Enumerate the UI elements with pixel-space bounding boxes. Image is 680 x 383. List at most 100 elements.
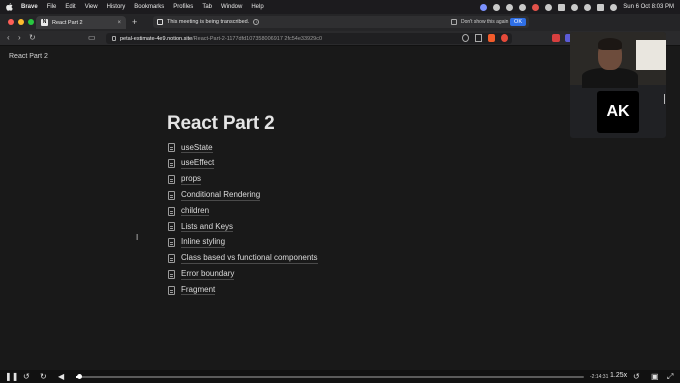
- apple-icon[interactable]: [6, 3, 13, 11]
- webcam-video: [570, 32, 666, 88]
- fullscreen-icon[interactable]: ⤢: [667, 372, 673, 382]
- screen-share-icon[interactable]: [506, 3, 514, 11]
- tab-title: React Part 2: [52, 19, 83, 26]
- menu-clock[interactable]: Sun 6 Oct 8:03 PM: [623, 4, 674, 10]
- text-cursor-icon: I: [136, 233, 139, 242]
- time-remaining: -2:14:31: [590, 374, 609, 380]
- menu-window[interactable]: Window: [221, 4, 242, 10]
- clipboard-icon[interactable]: [545, 3, 553, 11]
- tab-strip: N React Part 2 × + This meeting is being…: [0, 14, 680, 31]
- subpage-link[interactable]: useEffect: [168, 156, 318, 172]
- playback-speed-button[interactable]: 1.25x: [610, 372, 627, 379]
- subpage-label[interactable]: Fragment: [181, 285, 216, 296]
- wifi-icon[interactable]: [571, 3, 579, 11]
- shield-icon[interactable]: [519, 3, 527, 11]
- page-icon: [168, 269, 175, 279]
- subpage-label[interactable]: props: [181, 174, 202, 185]
- subpage-label[interactable]: Inline styling: [181, 237, 226, 248]
- transcript-icon: [157, 19, 163, 25]
- zoom-icon[interactable]: [462, 34, 469, 42]
- menu-bookmarks[interactable]: Bookmarks: [134, 4, 164, 10]
- close-window-button[interactable]: [8, 19, 14, 25]
- new-tab-button[interactable]: +: [132, 17, 137, 27]
- subpage-label[interactable]: useState: [181, 143, 213, 154]
- banner-message: This meeting is being transcribed.: [167, 19, 250, 25]
- subpage-label[interactable]: useEffect: [181, 158, 215, 169]
- bookmark-icon[interactable]: ▭: [88, 33, 96, 42]
- lock-icon[interactable]: [112, 36, 116, 41]
- subpage-label[interactable]: Class based vs functional components: [181, 253, 318, 264]
- page-icon: [168, 143, 175, 153]
- progress-handle[interactable]: [76, 374, 82, 379]
- subpage-link[interactable]: Error boundary: [168, 266, 318, 282]
- tab-react-part-2[interactable]: N React Part 2 ×: [36, 16, 126, 29]
- record-icon[interactable]: [493, 3, 501, 11]
- subpage-label[interactable]: children: [181, 206, 210, 217]
- dont-show-label[interactable]: Don't show this again: [461, 19, 508, 25]
- pause-button[interactable]: ❚❚: [5, 372, 18, 381]
- page-icon: [168, 190, 175, 200]
- subpage-link[interactable]: Fragment: [168, 282, 318, 298]
- volume-icon[interactable]: ◀: [58, 372, 64, 381]
- menu-view[interactable]: View: [85, 4, 98, 10]
- rewind-icon[interactable]: ↺: [23, 372, 30, 381]
- subpage-label[interactable]: Conditional Rendering: [181, 190, 261, 201]
- recording-indicator-icon[interactable]: [532, 3, 540, 11]
- search-icon[interactable]: [584, 3, 592, 11]
- brave-shields-icon[interactable]: [488, 34, 495, 42]
- progress-bar[interactable]: [76, 374, 584, 379]
- subpage-link[interactable]: Lists and Keys: [168, 219, 318, 235]
- control-center-icon[interactable]: [597, 3, 605, 11]
- address-bar-actions: [462, 34, 508, 42]
- battery-icon[interactable]: [558, 3, 566, 11]
- menu-tab[interactable]: Tab: [202, 4, 212, 10]
- subpage-label[interactable]: Error boundary: [181, 269, 235, 280]
- subpage-link[interactable]: props: [168, 172, 318, 188]
- page-icon: [168, 174, 175, 184]
- zoom-window-button[interactable]: [28, 19, 34, 25]
- banner-ok-button[interactable]: OK: [510, 18, 526, 26]
- background-shelf: [636, 40, 666, 70]
- info-icon[interactable]: i: [253, 19, 260, 25]
- brave-rewards-icon[interactable]: [501, 34, 508, 42]
- forward-icon[interactable]: ↻: [40, 372, 47, 381]
- subpage-link[interactable]: Inline styling: [168, 235, 318, 251]
- dont-show-checkbox[interactable]: [451, 19, 457, 25]
- discord-icon[interactable]: [480, 3, 488, 11]
- notion-icon: N: [41, 19, 48, 26]
- subpage-label[interactable]: Lists and Keys: [181, 222, 234, 233]
- url-host: petal-estimate-4e9.notion.site: [120, 35, 193, 42]
- page-icon: [168, 238, 175, 248]
- forward-button[interactable]: ›: [18, 33, 21, 42]
- siri-icon[interactable]: [610, 3, 618, 11]
- picture-in-picture-icon[interactable]: ▣: [651, 372, 659, 381]
- address-bar[interactable]: petal-estimate-4e9.notion.site /React-Pa…: [106, 33, 512, 44]
- share-icon[interactable]: [475, 34, 482, 42]
- page-icon: [168, 159, 175, 169]
- menu-profiles[interactable]: Profiles: [173, 4, 193, 10]
- menu-edit[interactable]: Edit: [65, 4, 75, 10]
- page-title: React Part 2: [167, 113, 275, 134]
- subpage-link[interactable]: useState: [168, 140, 318, 156]
- menu-bar: Brave File Edit View History Bookmarks P…: [0, 0, 680, 14]
- meeting-overlay[interactable]: AK: [570, 32, 666, 138]
- subpage-link[interactable]: Conditional Rendering: [168, 187, 318, 203]
- url-path: /React-Part-2-1177dfd107358006917 2fc54e…: [192, 35, 323, 42]
- close-tab-icon[interactable]: ×: [117, 20, 121, 26]
- participant-hair: [598, 38, 622, 50]
- back-button[interactable]: ‹: [7, 33, 10, 42]
- replay-icon[interactable]: ↺: [633, 372, 640, 381]
- subpage-link[interactable]: children: [168, 203, 318, 219]
- subpage-link[interactable]: Class based vs functional components: [168, 251, 318, 267]
- menu-history[interactable]: History: [107, 4, 126, 10]
- breadcrumb[interactable]: React Part 2: [9, 53, 48, 60]
- reload-button[interactable]: ↻: [29, 33, 36, 42]
- minimize-window-button[interactable]: [18, 19, 24, 25]
- menu-help[interactable]: Help: [251, 4, 263, 10]
- overlay-menu-icon[interactable]: [664, 94, 666, 104]
- menu-app-name[interactable]: Brave: [21, 4, 38, 10]
- participant-avatar: AK: [597, 91, 639, 133]
- vpn-extension-icon[interactable]: [552, 34, 560, 42]
- subpage-list: useState useEffect props Conditional Ren…: [168, 140, 318, 298]
- menu-file[interactable]: File: [47, 4, 57, 10]
